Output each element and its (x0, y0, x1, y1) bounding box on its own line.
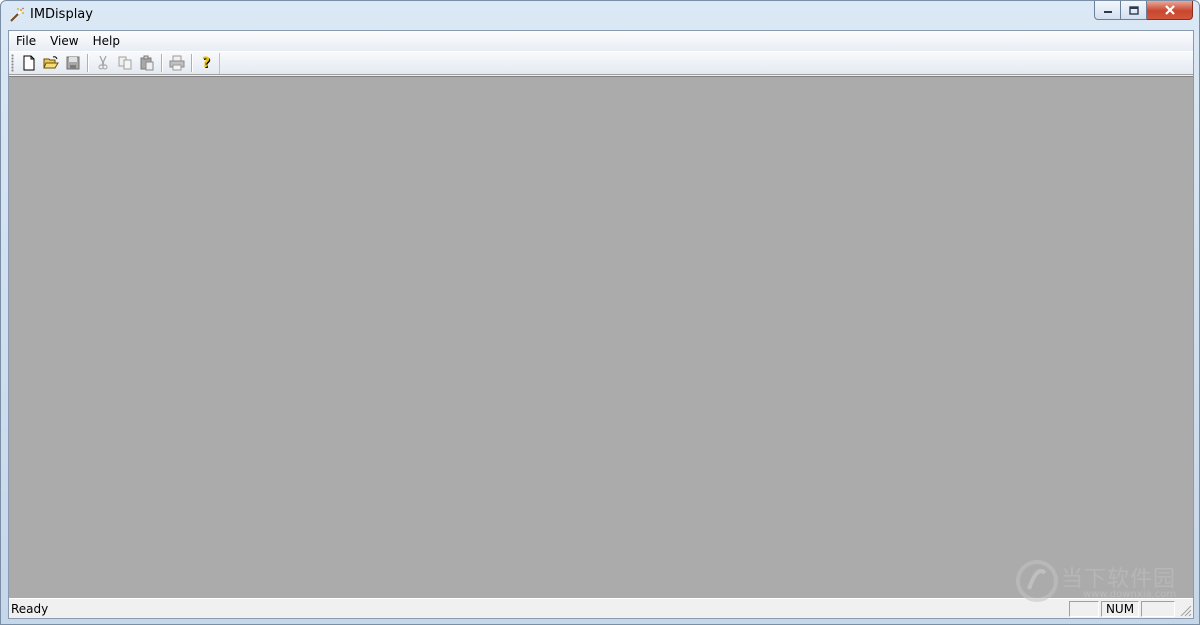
new-button[interactable] (18, 52, 40, 74)
menu-help[interactable]: Help (86, 31, 127, 51)
maximize-icon (1128, 5, 1139, 15)
help-button[interactable]: ? ? (196, 52, 218, 74)
print-button[interactable] (166, 52, 188, 74)
watermark-url: www.downxia.com (1083, 589, 1177, 600)
menu-file[interactable]: File (9, 31, 43, 51)
toolbar-band-divider (219, 53, 220, 74)
minimize-button[interactable] (1094, 1, 1121, 20)
open-folder-icon (43, 56, 59, 69)
magic-wand-icon[interactable] (9, 7, 25, 23)
toolbar-band: ? ? (9, 52, 219, 74)
cut-icon (98, 55, 108, 70)
cut-button[interactable] (92, 52, 114, 74)
toolbar-grip[interactable] (11, 54, 14, 72)
watermark-logo-icon (1016, 560, 1058, 602)
svg-text:?: ? (202, 55, 210, 71)
toolbar-separator (191, 54, 193, 72)
print-icon (169, 55, 185, 71)
watermark: 当下软件园 www.downxia.com (1015, 557, 1185, 607)
toolbar-separator (161, 54, 163, 72)
minimize-icon (1103, 11, 1112, 13)
help-icon: ? ? (202, 55, 211, 71)
save-icon (66, 56, 80, 70)
open-button[interactable] (40, 52, 62, 74)
app-window: IMDisplay File View Help ? ? Ready NUM 当… (0, 0, 1200, 625)
caption-buttons (1094, 1, 1193, 21)
image-canvas[interactable] (9, 76, 1193, 599)
copy-button[interactable] (114, 52, 136, 74)
maximize-button[interactable] (1121, 1, 1147, 20)
menu-view[interactable]: View (43, 31, 85, 51)
close-icon (1164, 5, 1175, 15)
window-title: IMDisplay (30, 7, 93, 22)
toolbar: ? ? (9, 51, 1193, 75)
paste-button[interactable] (136, 52, 158, 74)
paste-icon (140, 55, 154, 71)
menu-bar: File View Help (9, 31, 1193, 51)
status-message: Ready (11, 602, 49, 616)
new-file-icon (23, 55, 35, 71)
save-button[interactable] (62, 52, 84, 74)
title-bar[interactable]: IMDisplay (1, 1, 1199, 29)
close-button[interactable] (1147, 1, 1193, 20)
toolbar-separator (87, 54, 89, 72)
client-area: File View Help ? ? Ready NUM (8, 30, 1194, 619)
copy-icon (118, 56, 132, 70)
